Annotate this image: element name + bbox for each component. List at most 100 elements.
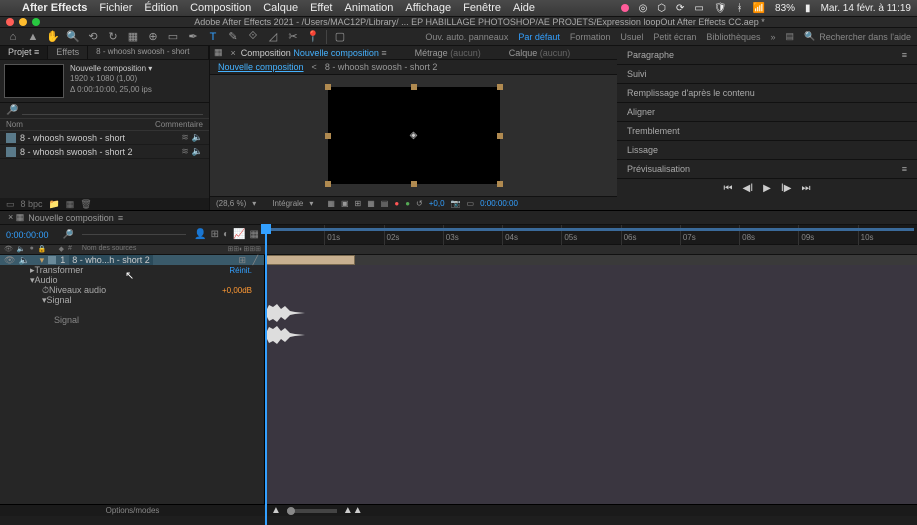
menu-animation[interactable]: Animation [345,2,394,14]
battery-icon[interactable]: ▮ [805,3,811,14]
prop-transform[interactable]: ▸ TransformerRéinit. [0,265,264,275]
exposure-value[interactable]: +0,0 [429,199,445,208]
dropbox-icon[interactable]: ⬡ [657,3,666,14]
next-frame-button[interactable]: Ⅰ▶ [781,183,792,194]
rotate-tool[interactable]: ↻ [106,30,120,44]
snapshot-icon[interactable]: 📷 [451,199,461,208]
guides-icon[interactable]: ▤ [381,199,389,208]
menu-layer[interactable]: Calque [263,2,298,14]
reset-exposure-icon[interactable]: ↺ [416,199,423,208]
brush-tool[interactable]: ✎ [226,30,240,44]
antivirus-icon[interactable]: 🛡 [714,3,727,14]
effects-tab[interactable]: Effets [48,46,88,59]
composition-viewer[interactable]: ◈ [210,75,617,196]
close-window-button[interactable] [6,18,14,26]
color-mgmt-icon[interactable]: ● [405,199,410,208]
shape-tool[interactable]: ▭ [166,30,180,44]
col-name[interactable]: Nom [6,120,155,129]
zoom-in-icon[interactable]: ▲▲ [343,505,363,516]
layer-name[interactable]: 8 - who...h - short 2 [69,255,153,265]
app-name[interactable]: After Effects [22,2,87,14]
zoom-slider[interactable] [287,509,337,513]
handle-mr[interactable] [497,133,503,139]
workspace-auto[interactable]: Ouv. auto. panneaux [425,32,508,42]
zoom-out-icon[interactable]: ▲ [271,505,281,516]
project-item[interactable]: 8 - whoosh swoosh - short ≋🔈 [0,131,209,145]
composition-canvas[interactable]: ◈ [328,87,500,184]
zoom-tool[interactable]: 🔍 [66,30,80,44]
comp-name[interactable]: Nouvelle composition ▾ [70,64,205,74]
speaker-col-icon[interactable]: 🔈 [17,245,26,254]
panel-smoother[interactable]: Lissage [617,141,917,160]
expand-icon[interactable]: ▾ [40,255,45,266]
menu-file[interactable]: Fichier [99,2,132,14]
effects-tab-name[interactable]: 8 - whoosh swoosh - short [88,46,209,59]
shy-icon[interactable]: 👤 [194,229,206,240]
new-folder-icon[interactable]: 📁 [49,199,60,210]
pen-tool[interactable]: ✒ [186,30,200,44]
solo-col-icon[interactable]: ● [30,245,34,254]
last-frame-button[interactable]: ⏭ [801,183,810,194]
handle-tc[interactable] [411,84,417,90]
interpret-icon[interactable]: ▭ [6,199,15,210]
comp-panel-tab[interactable]: × Composition Nouvelle composition ≡ [231,48,387,58]
layer-row[interactable]: 👁🔈 ▾ 1 8 - who...h - short 2 ⊞ ╱ [0,255,264,265]
timeline-tracks[interactable] [265,255,917,504]
zoom-window-button[interactable] [32,18,40,26]
footage-tab[interactable]: Métrage (aucun) [415,48,481,58]
prop-signal[interactable]: ▾ Signal [0,295,264,305]
handle-br[interactable] [497,181,503,187]
project-item[interactable]: 8 - whoosh swoosh - short 2 ≋🔈 [0,145,209,159]
display-icon[interactable]: ▭ [694,3,703,14]
menu-view[interactable]: Affichage [405,2,451,14]
frame-blend-icon[interactable]: ⊞ [211,229,219,240]
selection-tool[interactable]: ▲ [26,30,40,44]
panel-preview[interactable]: Prévisualisation≡ [617,160,917,179]
menu-edit[interactable]: Édition [144,2,178,14]
eye-toggle[interactable]: 👁 [4,255,15,266]
snap-toggle[interactable]: ▢ [333,30,347,44]
ref-icon[interactable]: ⊞ [355,199,362,208]
resolution-dropdown[interactable]: Intégrale [272,199,303,208]
new-comp-icon[interactable]: ▦ [66,199,75,210]
eye-col-icon[interactable]: 👁 [4,245,13,254]
audio-toggle[interactable]: 🔈 [18,255,29,266]
audio-level-value[interactable]: +0,00dB [222,286,252,295]
panel-paragraph[interactable]: Paragraphe≡ [617,46,917,65]
label-col-icon[interactable]: ◆ [59,245,64,254]
help-search[interactable]: Rechercher dans l'aide [819,32,911,42]
menu-effect[interactable]: Effet [310,2,332,14]
layer-tab[interactable]: Calque (aucun) [509,48,571,58]
handle-tr[interactable] [497,84,503,90]
viewer-timecode[interactable]: 0:00:00:00 [480,199,518,208]
sync-icon[interactable]: ⟳ [676,3,684,14]
chevron-down-icon[interactable]: ▾ [309,199,313,208]
handle-tl[interactable] [325,84,331,90]
workspace-default[interactable]: Par défaut [518,32,560,42]
panel-wiggler[interactable]: Tremblement [617,122,917,141]
first-frame-button[interactable]: ⏮ [724,183,733,194]
home-button[interactable]: ⌂ [6,30,20,44]
workspace-libraries[interactable]: Bibliothèques [706,32,760,42]
camera-tool[interactable]: ▦ [126,30,140,44]
crumb-layer[interactable]: 8 - whoosh swoosh - short 2 [325,62,438,72]
play-button[interactable]: ▶ [763,183,771,194]
comp-thumbnail[interactable] [4,64,64,98]
col-comment[interactable]: Commentaire [155,120,203,129]
clone-tool[interactable]: ⟐ [246,30,260,44]
clock[interactable]: Mar. 14 févr. à 11:19 [821,3,911,14]
hand-tool[interactable]: ✋ [46,30,60,44]
workspace-learn[interactable]: Formation [570,32,611,42]
zoom-dropdown[interactable]: (28,6 %) [216,199,246,208]
minimize-window-button[interactable] [19,18,27,26]
roto-tool[interactable]: ✂ [286,30,300,44]
menu-help[interactable]: Aide [513,2,535,14]
workspace-edit-icon[interactable]: ▤ [785,31,794,42]
chevron-down-icon[interactable]: ▾ [252,199,256,208]
timeline-timecode[interactable]: 0:00:00:00 [6,230,49,240]
handle-bl[interactable] [325,181,331,187]
label-color[interactable] [48,256,56,264]
mask-icon[interactable]: ▣ [341,199,349,208]
trash-icon[interactable]: 🗑 [80,199,91,210]
menu-composition[interactable]: Composition [190,2,251,14]
